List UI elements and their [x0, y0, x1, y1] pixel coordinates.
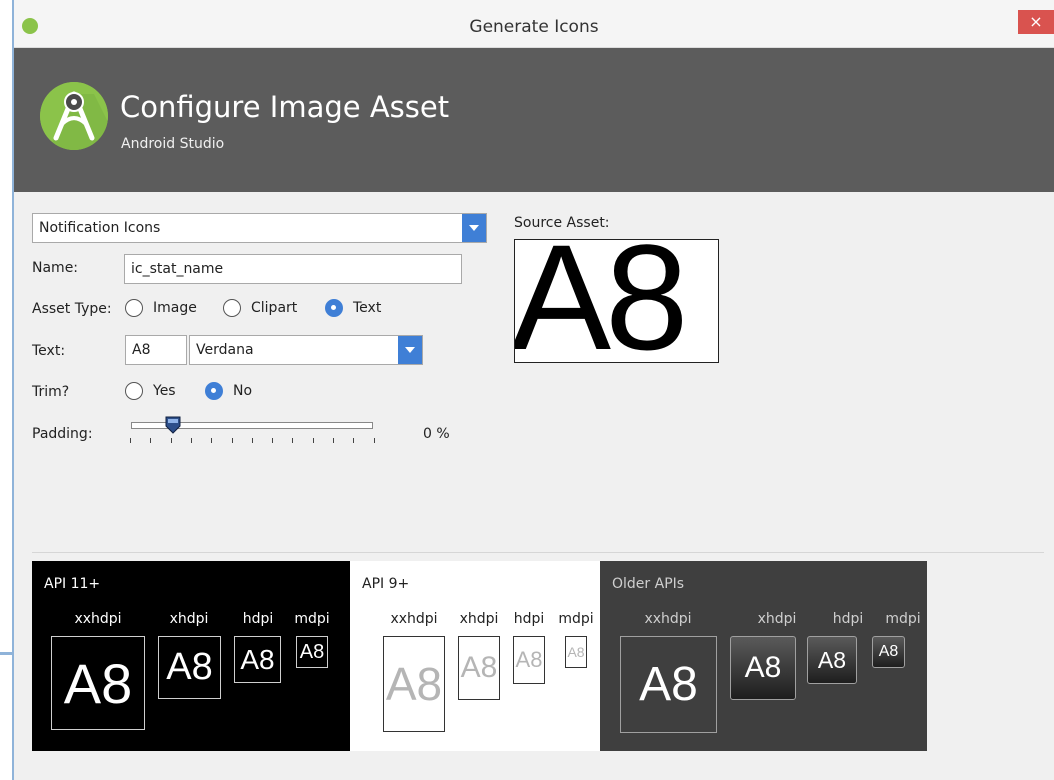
asset-type-text-radio[interactable]: Text	[325, 299, 381, 317]
icon-preview-mdpi: A8	[565, 636, 587, 668]
text-label: Text:	[32, 343, 66, 359]
trim-no-radio[interactable]: No	[205, 382, 252, 400]
slider-tick	[292, 438, 294, 443]
text-field[interactable]: A8	[125, 335, 187, 365]
radio-unchecked-icon	[125, 382, 143, 400]
icon-type-dropdown[interactable]: Notification Icons	[32, 213, 487, 243]
slider-tick	[272, 438, 274, 443]
icon-preview-hdpi: A8	[807, 636, 857, 684]
radio-checked-icon	[205, 382, 223, 400]
panel-title: API 9+	[362, 576, 410, 592]
density-label: hdpi	[513, 611, 545, 627]
density-label: xhdpi	[169, 611, 209, 627]
slider-tick	[333, 438, 334, 443]
icon-preview-xxhdpi: A8	[620, 636, 717, 733]
radio-unchecked-icon	[125, 299, 143, 317]
slider-tick	[190, 438, 192, 443]
android-studio-logo-icon	[40, 82, 108, 150]
wizard-header: Configure Image Asset Android Studio	[14, 48, 1054, 192]
slider-tick	[353, 438, 355, 443]
wizard-title: Configure Image Asset	[120, 90, 450, 124]
icon-type-dropdown-button[interactable]	[462, 214, 486, 242]
preview-panel-older: Older APIs xxhdpi xhdpi hdpi mdpi A8 A8 …	[600, 561, 927, 751]
edge-tick	[0, 652, 13, 655]
icon-type-value: Notification Icons	[39, 220, 161, 236]
density-label: xhdpi	[757, 611, 797, 627]
padding-slider-ticks	[130, 438, 376, 444]
density-label: mdpi	[294, 611, 330, 627]
panel-title: API 11+	[44, 576, 101, 592]
icon-preview-xhdpi: A8	[158, 636, 221, 699]
font-dropdown-button[interactable]	[398, 336, 422, 364]
radio-checked-icon	[325, 299, 343, 317]
slider-tick	[373, 438, 375, 443]
padding-value: 0 %	[423, 426, 450, 442]
main-content: Notification Icons Name: ic_stat_name As…	[14, 192, 1054, 780]
slider-tick	[251, 438, 253, 443]
name-field[interactable]: ic_stat_name	[124, 254, 462, 284]
asset-type-label: Asset Type:	[32, 301, 112, 317]
radio-unchecked-icon	[223, 299, 241, 317]
trim-label: Trim?	[32, 384, 70, 400]
close-button[interactable]: ×	[1018, 10, 1054, 34]
wizard-subtitle: Android Studio	[121, 136, 225, 152]
generate-icons-dialog: Generate Icons × Configure Image Asset A…	[14, 0, 1054, 780]
density-label: xxhdpi	[74, 611, 122, 627]
density-label: xxhdpi	[644, 611, 692, 627]
padding-slider-thumb[interactable]	[164, 416, 182, 434]
slider-tick	[312, 438, 314, 443]
density-label: xxhdpi	[390, 611, 438, 627]
source-asset-label: Source Asset:	[514, 215, 610, 231]
slider-tick	[231, 438, 233, 443]
icon-preview-xhdpi: A8	[730, 636, 796, 700]
icon-preview-xhdpi: A8	[458, 636, 500, 700]
preview-panel-api11: API 11+ xxhdpi xhdpi hdpi mdpi A8 A8 A8 …	[32, 561, 350, 751]
asset-type-image-label: Image	[153, 300, 197, 316]
slider-tick	[211, 438, 213, 443]
padding-label: Padding:	[32, 426, 93, 442]
font-dropdown[interactable]: Verdana	[189, 335, 423, 365]
name-label: Name:	[32, 260, 79, 276]
title-bar: Generate Icons ×	[14, 0, 1054, 48]
section-divider	[32, 552, 1044, 553]
density-label: hdpi	[832, 611, 864, 627]
icon-preview-mdpi: A8	[296, 636, 328, 668]
chevron-down-icon	[405, 347, 415, 353]
source-asset-text: A8	[514, 239, 689, 363]
icon-preview-mdpi: A8	[872, 636, 905, 668]
asset-type-text-label: Text	[353, 300, 382, 316]
icon-preview-xxhdpi: A8	[51, 636, 145, 730]
icon-preview-hdpi: A8	[234, 636, 281, 683]
trim-no-label: No	[233, 383, 253, 399]
asset-type-clipart-radio[interactable]: Clipart	[223, 299, 297, 317]
trim-yes-label: Yes	[153, 383, 176, 399]
icon-preview-xxhdpi: A8	[383, 636, 445, 732]
density-label: hdpi	[242, 611, 274, 627]
slider-tick	[130, 438, 131, 443]
panel-title: Older APIs	[612, 576, 685, 592]
trim-yes-radio[interactable]: Yes	[125, 382, 176, 400]
slider-tick	[170, 438, 172, 443]
density-label: mdpi	[885, 611, 921, 627]
source-asset-preview: A8	[514, 239, 719, 363]
font-value: Verdana	[196, 342, 254, 358]
asset-type-clipart-label: Clipart	[251, 300, 298, 316]
icon-preview-hdpi: A8	[513, 636, 545, 684]
preview-panel-api9: API 9+ xxhdpi xhdpi hdpi mdpi A8 A8 A8 A…	[350, 561, 600, 751]
chevron-down-icon	[469, 225, 479, 231]
slider-tick	[150, 438, 152, 443]
window-title: Generate Icons	[469, 17, 599, 37]
asset-type-image-radio[interactable]: Image	[125, 299, 197, 317]
density-label: mdpi	[558, 611, 594, 627]
density-label: xhdpi	[459, 611, 499, 627]
